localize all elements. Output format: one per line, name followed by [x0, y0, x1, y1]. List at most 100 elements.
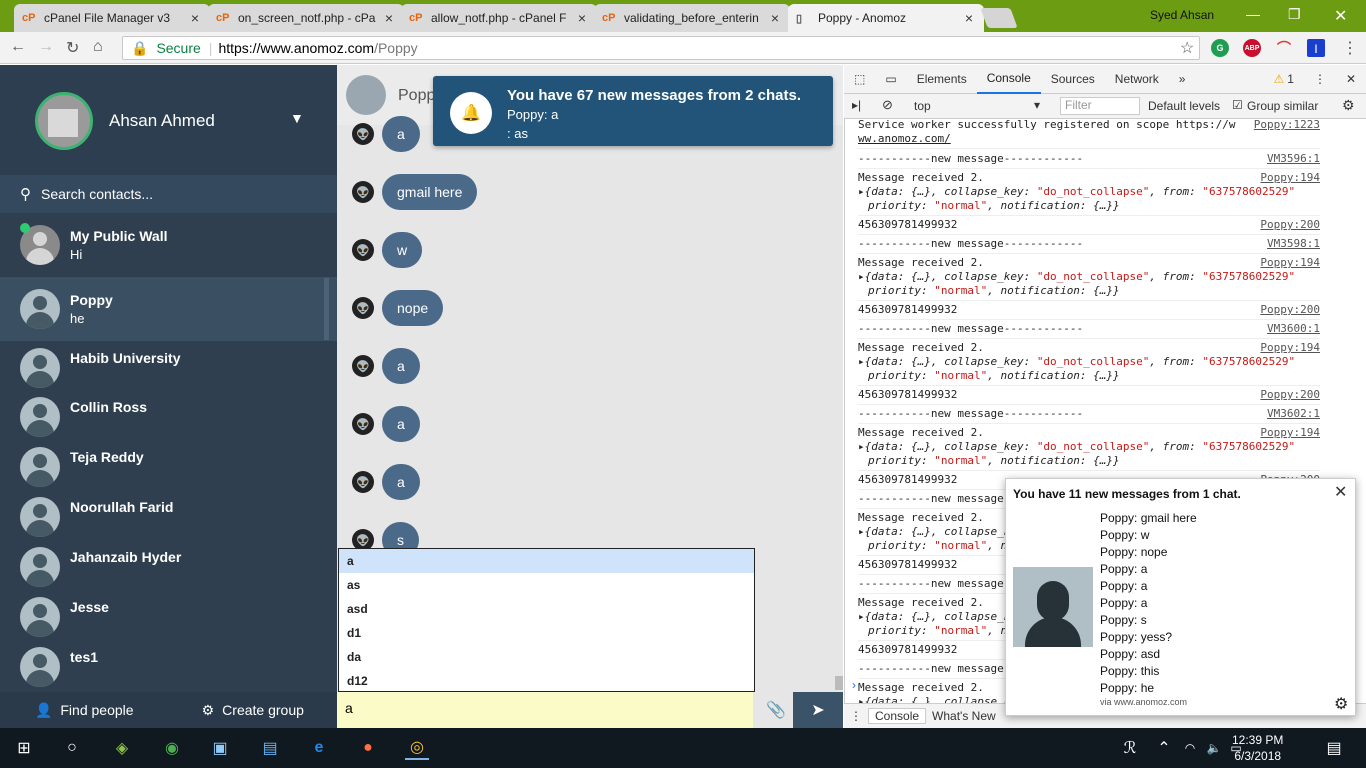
tab-console[interactable]: Console [976, 65, 1041, 94]
expand-triangle-icon[interactable]: ▸ [858, 610, 865, 623]
autocomplete-option[interactable]: d1 [339, 621, 754, 645]
expand-triangle-icon[interactable]: ▸ [858, 440, 865, 453]
log-object[interactable]: ▸{data: {…}, collapse_key: "do_not_colla… [858, 440, 1320, 454]
contact-item[interactable]: Noorullah Farid [0, 492, 337, 542]
contact-item[interactable]: My Public Wall Hi [0, 213, 337, 277]
gear-icon[interactable]: ⚙ [1334, 694, 1348, 714]
reload-icon[interactable]: ↻ [66, 38, 79, 58]
extension-icon[interactable]: | [1307, 39, 1325, 57]
console-prompt-icon[interactable]: › [852, 678, 856, 692]
wifi-icon[interactable]: ◠ [1178, 736, 1202, 760]
contact-item-selected[interactable]: Poppy he [0, 277, 337, 341]
autocomplete-option[interactable]: asd [339, 597, 754, 621]
chevron-down-icon[interactable]: ▾ [1034, 98, 1040, 112]
more-tabs-icon[interactable]: » [1169, 65, 1196, 94]
tab-sources[interactable]: Sources [1041, 65, 1105, 94]
close-icon[interactable]: ✕ [1336, 65, 1366, 94]
warning-count[interactable]: ⚠ 1 [1263, 65, 1303, 94]
chat-scrollbar[interactable] [835, 676, 843, 690]
close-tab-icon[interactable]: × [382, 10, 396, 26]
create-group-button[interactable]: ⚙ Create group [169, 692, 338, 728]
close-tab-icon[interactable]: × [188, 10, 202, 26]
bookmark-star-icon[interactable]: ☆ [1180, 38, 1194, 58]
autocomplete-option[interactable]: d12 [339, 669, 754, 693]
tab-console-drawer[interactable]: Console [868, 708, 927, 724]
close-window-icon[interactable]: ✕ [1334, 6, 1347, 26]
avatar[interactable] [346, 75, 386, 115]
edge-icon[interactable]: e [307, 736, 331, 760]
expand-triangle-icon[interactable]: ▸ [858, 355, 865, 368]
restore-icon[interactable]: ❐ [1288, 6, 1301, 23]
contact-item[interactable]: Habib University [0, 341, 337, 395]
browser-tab[interactable]: cP validating_before_enterin × [594, 4, 790, 32]
message-input[interactable]: a [337, 692, 753, 728]
search-contacts[interactable]: ⚲ Search contacts... [0, 175, 337, 213]
find-people-button[interactable]: 👤 Find people [0, 692, 169, 728]
checkbox-icon[interactable]: ☑ [1232, 98, 1243, 112]
gear-icon[interactable]: ⚙ [1342, 97, 1355, 114]
sidebar-toggle-icon[interactable]: ▸| [852, 98, 861, 112]
drawer-menu-icon[interactable]: ⋮ [844, 709, 868, 723]
autocomplete-option[interactable]: da [339, 645, 754, 669]
device-toolbar-icon[interactable]: ▭ [875, 65, 906, 94]
log-levels-select[interactable]: Default levels [1148, 99, 1220, 113]
chevron-up-icon[interactable]: ⌃ [1152, 736, 1176, 760]
home-icon[interactable]: ⌂ [93, 38, 103, 56]
minimize-icon[interactable]: — [1246, 6, 1260, 22]
close-icon[interactable]: ✕ [1334, 482, 1347, 502]
context-select[interactable]: top [914, 99, 931, 113]
browser-tab[interactable]: cP on_screen_notf.php - cPa × [208, 4, 404, 32]
people-icon[interactable]: ℛ [1118, 736, 1142, 760]
chrome-icon[interactable]: ◎ [405, 736, 429, 760]
contact-item[interactable]: tes1 [0, 642, 337, 692]
clear-console-icon[interactable]: ⊘ [882, 97, 893, 113]
tab-whats-new[interactable]: What's New [926, 709, 1002, 723]
menu-icon[interactable]: ⋮ [1304, 65, 1336, 94]
tab-network[interactable]: Network [1105, 65, 1169, 94]
send-button[interactable]: ➤ [793, 692, 843, 728]
inspect-icon[interactable]: ⬚ [844, 65, 875, 94]
adblock-icon[interactable]: ABP [1243, 39, 1261, 57]
browser-tab[interactable]: cP allow_notf.php - cPanel F × [401, 4, 597, 32]
browser-tab-active[interactable]: ▯ Poppy - Anomoz × [788, 4, 984, 32]
app-icon[interactable]: ▤ [258, 736, 282, 760]
android-studio-icon[interactable]: ◈ [110, 736, 134, 760]
close-tab-icon[interactable]: × [962, 10, 976, 26]
windows-start-icon[interactable]: ⊞ [12, 736, 36, 760]
action-center-icon[interactable]: ▤ [1322, 736, 1346, 760]
close-tab-icon[interactable]: × [768, 10, 782, 26]
browser-tab[interactable]: cP cPanel File Manager v3 × [14, 4, 210, 32]
app-icon[interactable]: ◉ [160, 736, 184, 760]
autocomplete-option[interactable]: a [339, 549, 754, 573]
grammarly-icon[interactable]: G [1211, 39, 1229, 57]
menu-icon[interactable]: ⋮ [1342, 38, 1358, 58]
system-clock[interactable]: 12:39 PM 6/3/2018 [1232, 732, 1283, 764]
app-icon[interactable]: ▣ [208, 736, 232, 760]
contact-item[interactable]: Jesse [0, 592, 337, 642]
extension-icon[interactable]: ⌒ [1275, 39, 1293, 57]
address-bar[interactable]: 🔒 Secure | https://www.anomoz.com/Poppy [122, 36, 1200, 60]
expand-triangle-icon[interactable]: ▸ [858, 185, 865, 198]
forward-icon[interactable]: → [38, 38, 54, 56]
sidebar-scrollbar[interactable] [324, 278, 329, 340]
expand-triangle-icon[interactable]: ▸ [858, 525, 865, 538]
autocomplete-option[interactable]: as [339, 573, 754, 597]
log-object[interactable]: ▸{data: {…}, collapse_key: "do_not_colla… [858, 270, 1320, 284]
contact-item[interactable]: Collin Ross [0, 392, 337, 442]
contact-item[interactable]: Jahanzaib Hyder [0, 542, 337, 592]
expand-triangle-icon[interactable]: ▸ [858, 270, 865, 283]
avatar[interactable] [35, 92, 93, 150]
filter-input[interactable]: Filter [1060, 97, 1140, 115]
chevron-down-icon[interactable]: ▼ [290, 110, 304, 126]
paperclip-icon[interactable]: 📎 [766, 700, 786, 720]
close-tab-icon[interactable]: × [575, 10, 589, 26]
contact-item[interactable]: Teja Reddy [0, 442, 337, 492]
search-input[interactable]: Search contacts... [41, 186, 153, 202]
log-object[interactable]: ▸{data: {…}, collapse_key: "do_not_colla… [858, 355, 1320, 369]
back-icon[interactable]: ← [10, 38, 26, 56]
volume-icon[interactable]: 🔈 [1202, 736, 1226, 760]
firefox-icon[interactable]: ● [356, 736, 380, 760]
search-icon[interactable]: ○ [60, 736, 84, 760]
browser-profile-name[interactable]: Syed Ahsan [1150, 8, 1214, 22]
log-object[interactable]: ▸{data: {…}, collapse_key: "do_not_colla… [858, 185, 1320, 199]
